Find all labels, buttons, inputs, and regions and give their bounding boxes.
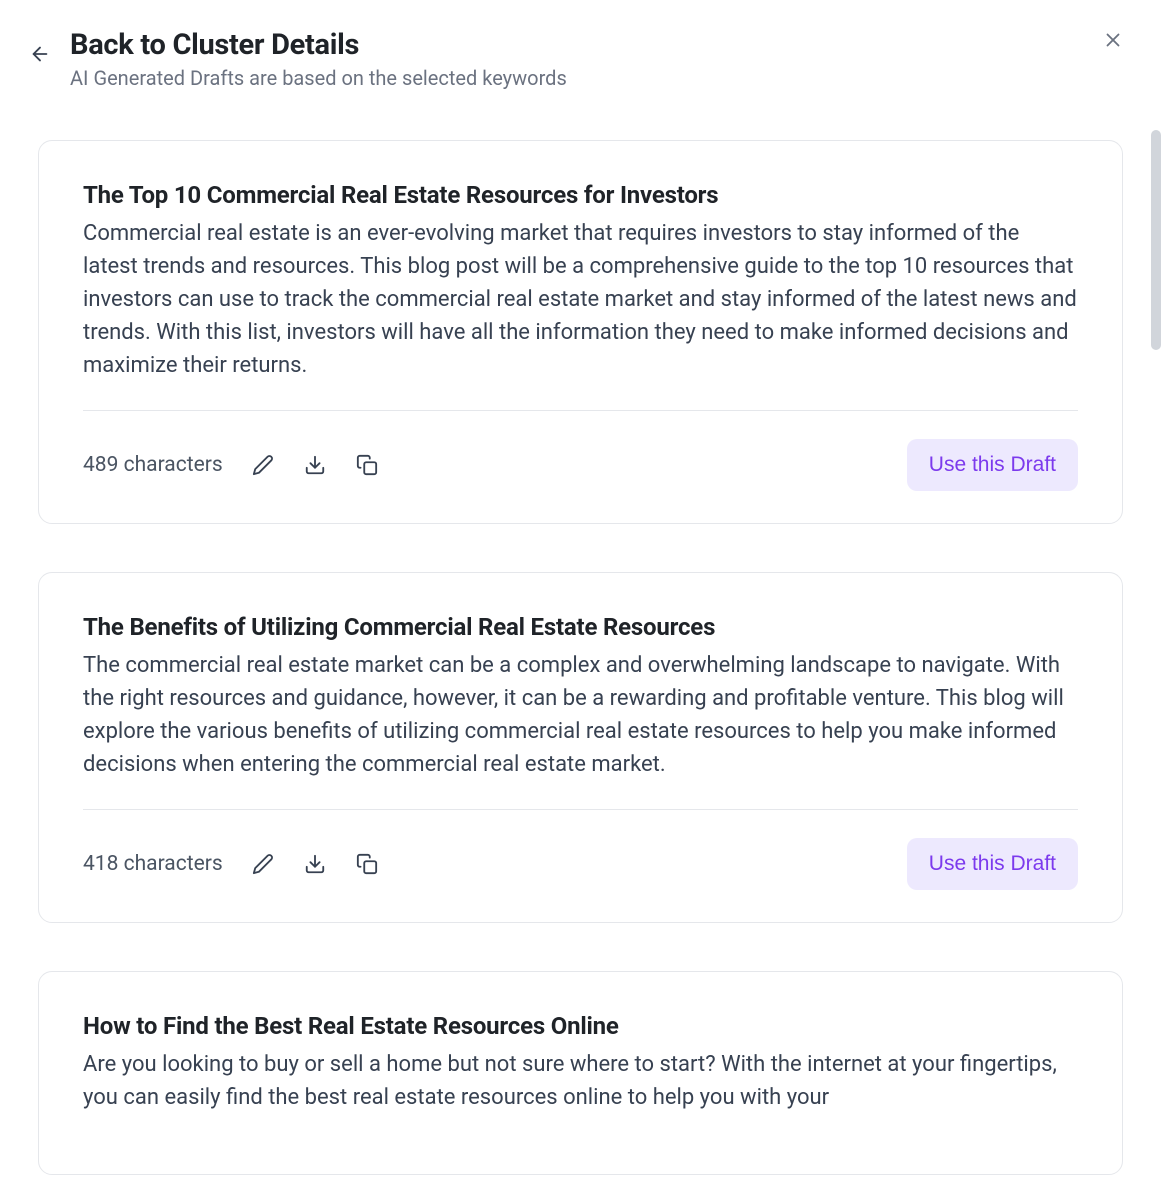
draft-title: The Benefits of Utilizing Commercial Rea… xyxy=(83,613,1078,641)
draft-card: The Top 10 Commercial Real Estate Resour… xyxy=(38,140,1123,524)
use-draft-button[interactable]: Use this Draft xyxy=(907,838,1078,890)
arrow-left-icon xyxy=(29,43,51,65)
close-icon xyxy=(1102,29,1124,51)
copy-icon xyxy=(356,454,378,476)
draft-title: How to Find the Best Real Estate Resourc… xyxy=(83,1012,1078,1040)
character-count: 418 characters xyxy=(83,852,223,876)
close-button[interactable] xyxy=(1097,24,1129,56)
download-icon xyxy=(304,853,326,875)
download-button[interactable] xyxy=(303,852,327,876)
divider xyxy=(83,809,1078,810)
copy-button[interactable] xyxy=(355,852,379,876)
page-title: Back to Cluster Details xyxy=(70,28,1133,62)
scrollbar[interactable] xyxy=(1151,130,1161,350)
draft-body: Commercial real estate is an ever-evolvi… xyxy=(83,217,1078,382)
download-icon xyxy=(304,454,326,476)
character-count: 489 characters xyxy=(83,453,223,477)
download-button[interactable] xyxy=(303,453,327,477)
draft-footer-left: 489 characters xyxy=(83,453,379,477)
draft-body: Are you looking to buy or sell a home bu… xyxy=(83,1048,1078,1114)
draft-title: The Top 10 Commercial Real Estate Resour… xyxy=(83,181,1078,209)
edit-button[interactable] xyxy=(251,453,275,477)
page-header: Back to Cluster Details AI Generated Dra… xyxy=(0,0,1161,100)
draft-footer: 489 characters xyxy=(83,439,1078,491)
back-arrow-button[interactable] xyxy=(28,42,52,66)
copy-icon xyxy=(356,853,378,875)
header-text-block: Back to Cluster Details AI Generated Dra… xyxy=(70,28,1133,90)
edit-button[interactable] xyxy=(251,852,275,876)
draft-body: The commercial real estate market can be… xyxy=(83,649,1078,781)
draft-footer: 418 characters xyxy=(83,838,1078,890)
copy-button[interactable] xyxy=(355,453,379,477)
draft-card: How to Find the Best Real Estate Resourc… xyxy=(38,971,1123,1175)
draft-card: The Benefits of Utilizing Commercial Rea… xyxy=(38,572,1123,923)
edit-icon xyxy=(252,853,274,875)
edit-icon xyxy=(252,454,274,476)
divider xyxy=(83,410,1078,411)
use-draft-button[interactable]: Use this Draft xyxy=(907,439,1078,491)
drafts-list: The Top 10 Commercial Real Estate Resour… xyxy=(0,100,1161,1180)
draft-footer-left: 418 characters xyxy=(83,852,379,876)
page-subtitle: AI Generated Drafts are based on the sel… xyxy=(70,66,1133,90)
